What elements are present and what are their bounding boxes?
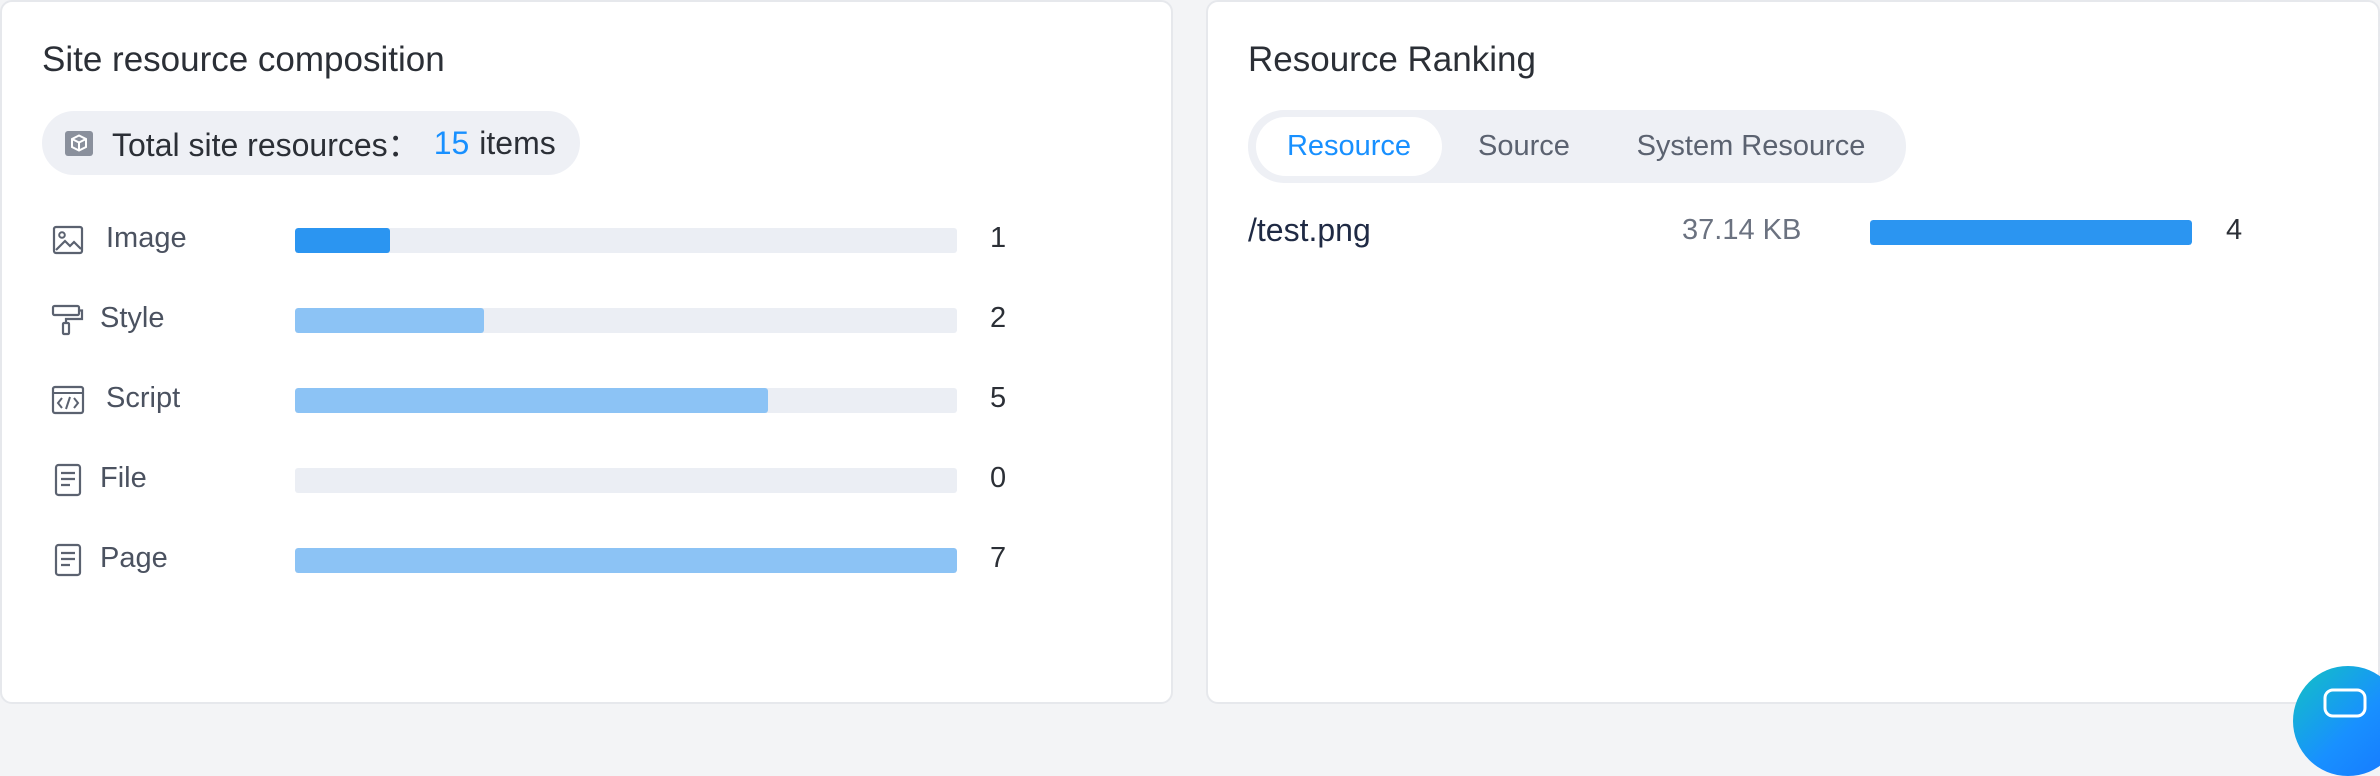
- composition-row-image: Image 1: [50, 220, 1050, 260]
- composition-count: 1: [990, 222, 1007, 254]
- total-count: 15: [433, 124, 470, 161]
- total-unit: items: [479, 124, 556, 161]
- composition-count: 0: [990, 462, 1007, 494]
- code-icon: [50, 382, 86, 418]
- composition-track: [295, 468, 957, 493]
- composition-label: Image: [106, 222, 187, 254]
- ranking-title: Resource Ranking: [1248, 40, 1536, 79]
- ranking-bar: [1870, 220, 2192, 245]
- chat-icon: [2323, 688, 2367, 718]
- resource-link[interactable]: /test.png: [1248, 212, 1371, 249]
- composition-row-script: Script 5: [50, 380, 1050, 420]
- composition-bar: [295, 548, 957, 573]
- resource-size: 37.14 KB: [1682, 214, 1802, 246]
- file-icon: [50, 462, 86, 498]
- composition-track: [295, 308, 957, 333]
- page-icon: [50, 542, 86, 578]
- tab-system-resource[interactable]: System Resource: [1606, 117, 1896, 176]
- total-label: Total site resources：: [112, 127, 420, 163]
- image-icon: [50, 222, 86, 258]
- composition-count: 2: [990, 302, 1007, 334]
- composition-track: [295, 388, 957, 413]
- composition-row-file: File 0: [50, 460, 1050, 500]
- tab-source[interactable]: Source: [1442, 117, 1606, 176]
- total-resources-pill: Total site resources： 15 items: [42, 111, 580, 175]
- composition-bar: [295, 388, 768, 413]
- cube-icon: [62, 126, 96, 160]
- tab-resource[interactable]: Resource: [1256, 117, 1442, 176]
- composition-label: Page: [100, 542, 168, 574]
- composition-track: [295, 228, 957, 253]
- ranking-track: [1870, 220, 2192, 245]
- composition-count: 5: [990, 382, 1007, 414]
- composition-row-page: Page 7: [50, 540, 1050, 580]
- composition-panel: Site resource composition Total site res…: [0, 0, 1173, 704]
- composition-title: Site resource composition: [42, 40, 445, 79]
- resource-count: 4: [2226, 214, 2243, 246]
- composition-track: [295, 548, 957, 573]
- composition-label: File: [100, 462, 147, 494]
- brush-icon: [50, 302, 86, 338]
- composition-row-style: Style 2: [50, 300, 1050, 340]
- ranking-tabs: Resource Source System Resource: [1248, 110, 1906, 183]
- composition-bar: [295, 308, 485, 333]
- composition-label: Style: [100, 302, 165, 334]
- composition-bar: [295, 228, 390, 253]
- composition-label: Script: [106, 382, 181, 414]
- ranking-panel: Resource Ranking Resource Source System …: [1206, 0, 2380, 704]
- ranking-row: /test.png 37.14 KB 4: [1248, 212, 2348, 252]
- composition-count: 7: [990, 542, 1007, 574]
